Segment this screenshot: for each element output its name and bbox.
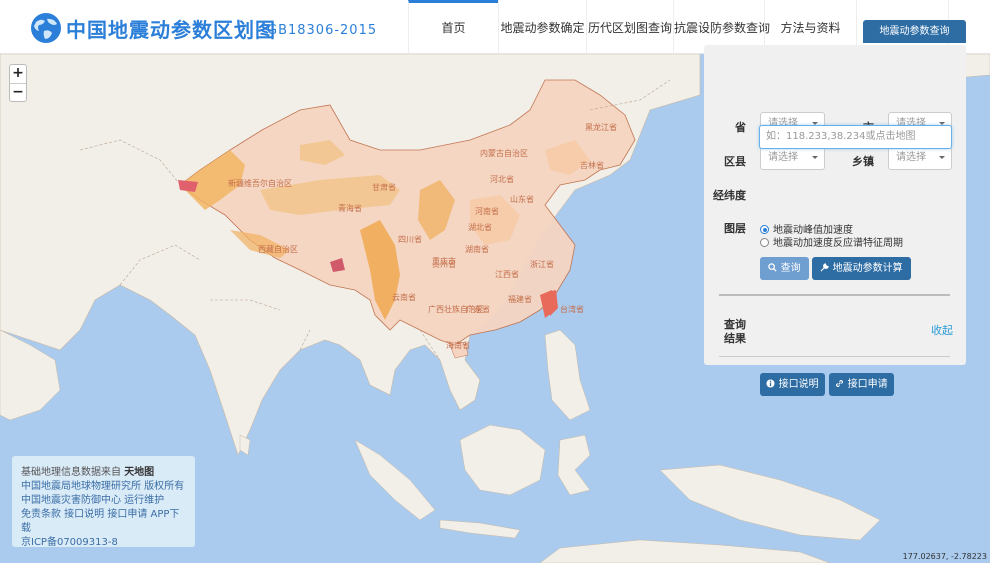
credits-source-link[interactable]: 天地图 (124, 467, 154, 478)
radio-selected-icon[interactable] (760, 225, 769, 234)
search-icon (768, 263, 777, 272)
land-australia (539, 539, 831, 563)
info-icon (766, 379, 775, 388)
credits-line-3: 中国地震灾害防御中心 运行维护 (21, 495, 165, 506)
province-label: 山东省 (510, 195, 534, 204)
credits-source-prefix: 基础地理信息数据来自 (21, 467, 121, 478)
land-sumatra (354, 439, 436, 521)
calc-button-label: 地震动参数计算 (832, 263, 903, 274)
divider (719, 294, 950, 296)
province-label: 江西省 (495, 270, 519, 279)
layer-label: 图层 (724, 222, 746, 235)
radio-icon[interactable] (760, 238, 769, 247)
cursor-coordinates: 177.02637, -2.78223 (902, 552, 987, 561)
lonlat-label: 经纬度 (713, 189, 746, 202)
province-label: 浙江省 (530, 260, 554, 269)
wrench-icon (820, 263, 830, 272)
link-icon (836, 380, 844, 387)
layer-option-period-label: 地震动加速度反应谱特征周期 (773, 238, 903, 249)
province-label: 海南省 (446, 341, 470, 350)
api-apply-button[interactable]: 接口申请 (829, 373, 894, 396)
api-doc-button[interactable]: 接口说明 (760, 373, 825, 396)
province-label: 河北省 (490, 175, 514, 184)
land-philippines (544, 329, 591, 421)
chevron-down-icon (812, 156, 818, 159)
province-label: 广西壮族自治区 (428, 305, 484, 314)
town-label: 乡镇 (852, 155, 874, 168)
icp-record[interactable]: 京ICP备07009313-8 (21, 536, 186, 550)
province-label: 台湾省 (560, 305, 584, 314)
api-apply-button-label: 接口申请 (847, 379, 888, 390)
zoom-in-button[interactable]: + (10, 65, 26, 83)
province-label: 福建省 (508, 295, 532, 304)
land-sri-lanka (239, 434, 251, 456)
province-label: 四川省 (398, 235, 422, 244)
credits-line-1: 基础地理信息数据来自 天地图 (21, 466, 186, 480)
town-select-value: 请选择 (896, 152, 926, 163)
province-label: 重庆市 (432, 257, 456, 266)
search-button[interactable]: 查询 (760, 257, 809, 280)
credits-panel: 基础地理信息数据来自 天地图 中国地震局地球物理研究所 版权所有 中国地震灾害防… (12, 456, 195, 550)
land-borneo (459, 424, 546, 496)
search-button-label: 查询 (780, 263, 801, 274)
land-sulawesi (557, 434, 591, 496)
land-java (439, 519, 521, 539)
credits-line-2: 中国地震局地球物理研究所 版权所有 (21, 481, 185, 492)
globe-logo-icon (31, 13, 61, 43)
zoom-control: + − (9, 64, 27, 102)
county-label: 区县 (724, 155, 746, 168)
province-label: 西藏自治区 (258, 245, 298, 254)
api-doc-button-label: 接口说明 (778, 379, 819, 390)
town-select[interactable]: 请选择 (888, 146, 952, 170)
province-label: 云南省 (392, 293, 416, 302)
divider (719, 356, 950, 357)
site-title: 中国地震动参数区划图 (66, 18, 276, 42)
nav-home[interactable]: 首页 (408, 0, 498, 54)
province-label: 青海省 (338, 204, 362, 213)
province-label: 河南省 (475, 207, 499, 216)
lonlat-input[interactable]: 如：118.233,38.234或点击地图 (759, 125, 952, 149)
layer-option-period[interactable]: 地震动加速度反应谱特征周期 (760, 234, 903, 249)
province-label: 湖南省 (465, 245, 489, 254)
query-tab[interactable]: 地震动参数查询 (863, 20, 966, 43)
province-label: 黑龙江省 (585, 123, 617, 132)
province-label: 甘肃省 (372, 183, 396, 192)
province-label: 吉林省 (580, 161, 604, 170)
result-label-2: 结果 (724, 332, 746, 345)
credits-links[interactable]: 免责条款 接口说明 接口申请 APP下载 (21, 508, 186, 536)
land-new-guinea (659, 464, 881, 541)
nav-ground-motion-params[interactable]: 地震动参数确定 (498, 0, 586, 54)
chevron-down-icon (939, 156, 945, 159)
collapse-link[interactable]: 收起 (931, 322, 953, 338)
province-label: 内蒙古自治区 (480, 149, 528, 158)
nav-historical-maps[interactable]: 历代区划图查询 (586, 0, 673, 54)
province-label: 湖北省 (468, 223, 492, 232)
province-label: 新疆维吾尔自治区 (228, 179, 292, 188)
county-select[interactable]: 请选择 (760, 146, 825, 170)
province-label: 省 (735, 121, 746, 134)
county-select-value: 请选择 (768, 152, 798, 163)
calc-button[interactable]: 地震动参数计算 (812, 257, 911, 280)
zoom-out-button[interactable]: − (10, 83, 26, 101)
site-standard-code: GB18306-2015 (267, 23, 378, 38)
